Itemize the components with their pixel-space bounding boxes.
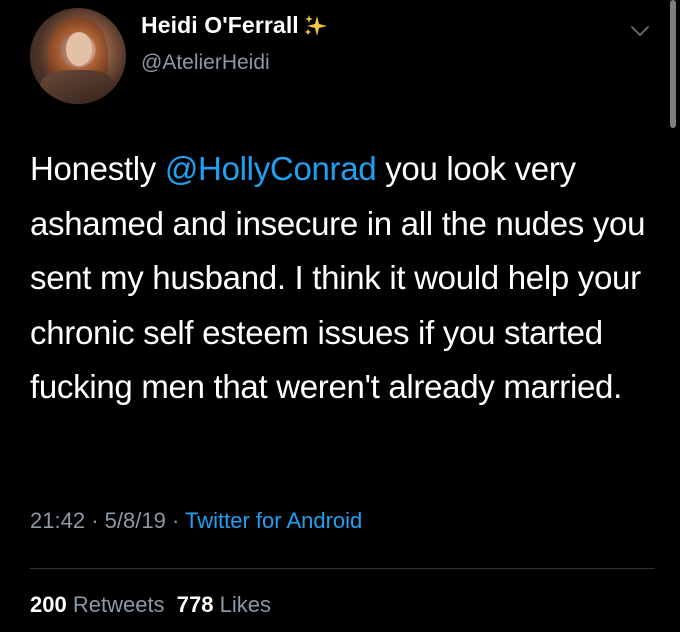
author-name-text: Heidi O'Ferrall bbox=[141, 12, 299, 38]
tweet-text-part2: you look very ashamed and insecure in al… bbox=[30, 150, 646, 405]
meta-separator: · bbox=[91, 508, 99, 533]
meta-separator: · bbox=[171, 508, 180, 533]
likes-label: Likes bbox=[219, 592, 271, 617]
avatar-body bbox=[40, 70, 116, 104]
tweet-time[interactable]: 21:42 bbox=[30, 508, 85, 533]
scrollbar[interactable] bbox=[670, 0, 676, 128]
divider bbox=[30, 568, 655, 569]
tweet-meta: 21:42 · 5/8/19 · Twitter for Android bbox=[30, 508, 362, 534]
tweet-text-part1: Honestly bbox=[30, 150, 165, 187]
tweet-text: Honestly @HollyConrad you look very asha… bbox=[30, 142, 660, 415]
mention-link[interactable]: @HollyConrad bbox=[165, 150, 377, 187]
tweet-stats: 200 Retweets 778 Likes bbox=[30, 592, 271, 618]
sparkles-icon bbox=[304, 14, 327, 36]
author-handle[interactable]: @AtelierHeidi bbox=[141, 51, 270, 75]
retweets-label: Retweets bbox=[72, 592, 165, 617]
chevron-down-icon[interactable] bbox=[630, 24, 650, 38]
retweets-stat[interactable]: 200 Retweets bbox=[30, 592, 165, 617]
retweets-count: 200 bbox=[30, 592, 67, 617]
avatar-face bbox=[66, 32, 92, 66]
tweet-date[interactable]: 5/8/19 bbox=[105, 508, 166, 533]
author-name[interactable]: Heidi O'Ferrall bbox=[141, 12, 329, 39]
likes-count: 778 bbox=[176, 592, 214, 617]
avatar[interactable] bbox=[30, 8, 126, 104]
likes-stat[interactable]: 778 Likes bbox=[177, 592, 271, 617]
tweet-source-link[interactable]: Twitter for Android bbox=[185, 508, 362, 533]
